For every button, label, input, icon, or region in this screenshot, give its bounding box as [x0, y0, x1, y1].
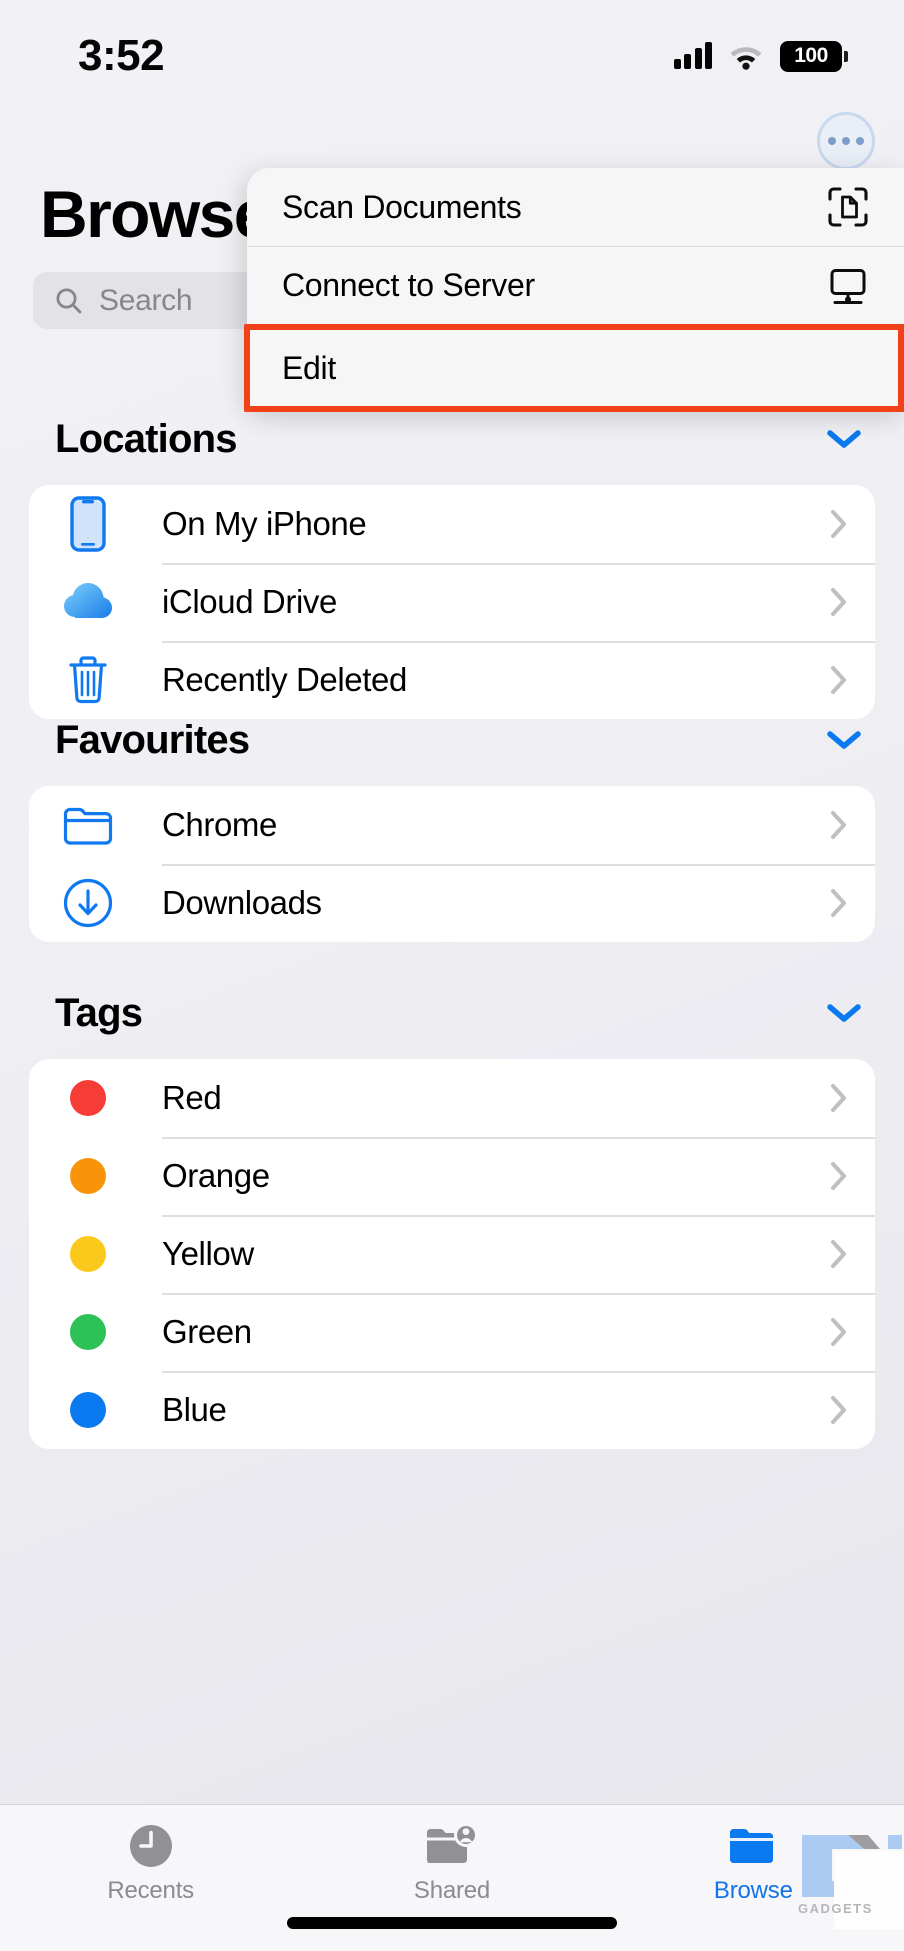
iphone-screen: 3:52 100 Browse Search Locations On My i… [0, 0, 904, 1951]
watermark-text: GADGETS [798, 1901, 873, 1916]
list-item[interactable]: Green [29, 1293, 875, 1371]
tab-shared[interactable]: Shared [301, 1822, 602, 1905]
tag-dot-icon [59, 1080, 117, 1116]
favourites-card: Chrome Downloads [29, 786, 875, 942]
chevron-right-icon [831, 666, 846, 694]
trash-icon [59, 654, 117, 706]
ellipsis-circle-icon[interactable] [817, 112, 875, 170]
list-item[interactable]: Orange [29, 1137, 875, 1215]
chevron-down-icon[interactable] [827, 730, 861, 750]
list-item[interactable]: Yellow [29, 1215, 875, 1293]
tab-label: Shared [413, 1877, 491, 1904]
list-item-label: On My iPhone [162, 505, 367, 542]
chevron-right-icon [831, 889, 846, 917]
status-bar: 3:52 100 [0, 0, 904, 112]
battery-level: 100 [794, 44, 828, 67]
wifi-icon [730, 46, 762, 70]
list-item[interactable]: iCloud Drive [29, 563, 875, 641]
clock-icon [128, 1822, 174, 1870]
chevron-right-icon [831, 1240, 846, 1268]
search-placeholder: Search [99, 283, 193, 317]
status-time: 3:52 [78, 31, 165, 80]
section-favourites: Favourites Chrome Downloads [0, 712, 904, 942]
tab-label: Browse [713, 1877, 793, 1904]
list-item[interactable]: Blue [29, 1371, 875, 1449]
menu-item-scan-documents[interactable]: Scan Documents [247, 168, 904, 246]
context-menu: Scan Documents Connect to Server Edit [244, 168, 904, 412]
list-item-label: Green [162, 1313, 252, 1350]
tags-card: Red Orange Yellow Green Blue [29, 1059, 875, 1449]
chevron-right-icon [831, 510, 846, 538]
page-title: Browse [40, 177, 270, 251]
list-item-label: Blue [162, 1391, 227, 1428]
list-item-label: Orange [162, 1157, 270, 1194]
scan-documents-icon [828, 187, 868, 227]
menu-item-edit[interactable]: Edit [244, 324, 904, 412]
shared-folder-icon [424, 1822, 480, 1870]
status-indicators: 100 [673, 40, 848, 72]
tab-recents[interactable]: Recents [0, 1822, 301, 1905]
chevron-right-icon [831, 588, 846, 616]
connect-to-server-icon [830, 268, 866, 304]
list-item-label: Chrome [162, 806, 277, 843]
list-item[interactable]: Recently Deleted [29, 641, 875, 719]
tab-bar: Recents Shared Browse [0, 1804, 904, 1951]
folder-filled-icon [725, 1822, 781, 1870]
folder-icon [59, 803, 117, 847]
menu-item-label: Scan Documents [282, 188, 522, 225]
section-header-locations: Locations [0, 411, 904, 467]
tag-dot-icon [59, 1314, 117, 1350]
tag-dot-icon [59, 1236, 117, 1272]
section-title: Tags [55, 990, 143, 1035]
battery-icon: 100 [780, 40, 848, 72]
locations-card: On My iPhone iCloud Drive Recently Delet… [29, 485, 875, 719]
section-header-favourites: Favourites [0, 712, 904, 768]
chevron-right-icon [831, 811, 846, 839]
menu-item-label: Edit [282, 349, 336, 386]
cellular-signal-icon [673, 42, 712, 69]
list-item-label: iCloud Drive [162, 583, 337, 620]
iphone-icon [59, 496, 117, 552]
list-item[interactable]: On My iPhone [29, 485, 875, 563]
chevron-right-icon [831, 1396, 846, 1424]
tag-dot-icon [59, 1392, 117, 1428]
menu-item-label: Connect to Server [282, 267, 535, 303]
list-item-label: Downloads [162, 884, 322, 921]
list-item-label: Yellow [162, 1235, 254, 1272]
list-item-label: Red [162, 1079, 222, 1116]
section-title: Locations [55, 416, 238, 461]
home-indicator [287, 1917, 617, 1929]
section-title: Favourites [55, 717, 250, 762]
menu-item-connect-to-server[interactable]: Connect to Server [247, 246, 904, 324]
search-icon [56, 287, 82, 313]
icloud-drive-icon [59, 577, 117, 627]
chevron-down-icon[interactable] [827, 429, 861, 449]
section-tags: Tags Red Orange Yellow Green Blue [0, 985, 904, 1449]
downloads-circle-icon [59, 877, 117, 929]
list-item[interactable]: Chrome [29, 786, 875, 864]
chevron-down-icon[interactable] [827, 1003, 861, 1023]
list-item[interactable]: Downloads [29, 864, 875, 942]
chevron-right-icon [831, 1162, 846, 1190]
tab-label: Recents [107, 1877, 194, 1904]
list-item[interactable]: Red [29, 1059, 875, 1137]
chevron-right-icon [831, 1084, 846, 1112]
list-item-label: Recently Deleted [162, 661, 407, 698]
section-locations: Locations On My iPhone iCloud Drive Rece… [0, 411, 904, 719]
tag-dot-icon [59, 1158, 117, 1194]
watermark-logo: GADGETS [798, 1835, 904, 1929]
section-header-tags: Tags [0, 985, 904, 1041]
chevron-right-icon [831, 1318, 846, 1346]
